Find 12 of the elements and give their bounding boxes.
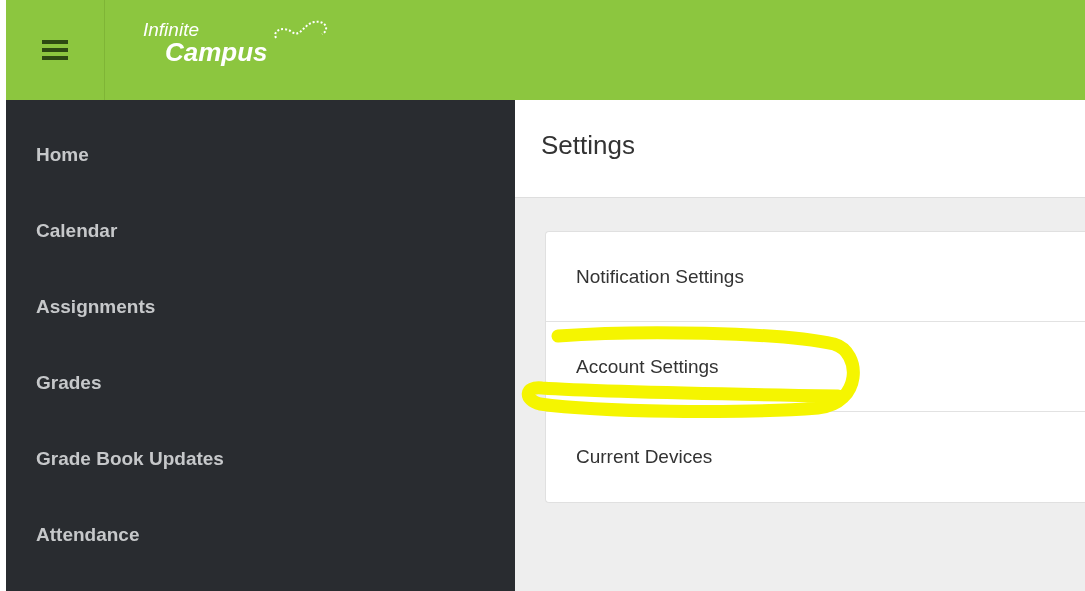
sidebar-item[interactable]: Grades	[6, 352, 515, 428]
settings-link[interactable]: Account Settings	[576, 356, 719, 377]
page-title: Settings	[541, 130, 636, 162]
settings-link[interactable]: Current Devices	[576, 446, 713, 467]
sidebar-item[interactable]: Assignments	[6, 276, 515, 352]
sidebar-item[interactable]: Grade Book Updates	[6, 428, 515, 504]
menu-icon	[42, 39, 68, 61]
logo-text: Infinite Campus	[143, 20, 268, 65]
sidebar-item[interactable]: Home	[6, 124, 515, 200]
sidebar-item[interactable]: Attendance	[6, 504, 515, 580]
settings-link[interactable]: Notification Settings	[576, 266, 744, 287]
sidebar-item[interactable]: Calendar	[6, 200, 515, 276]
